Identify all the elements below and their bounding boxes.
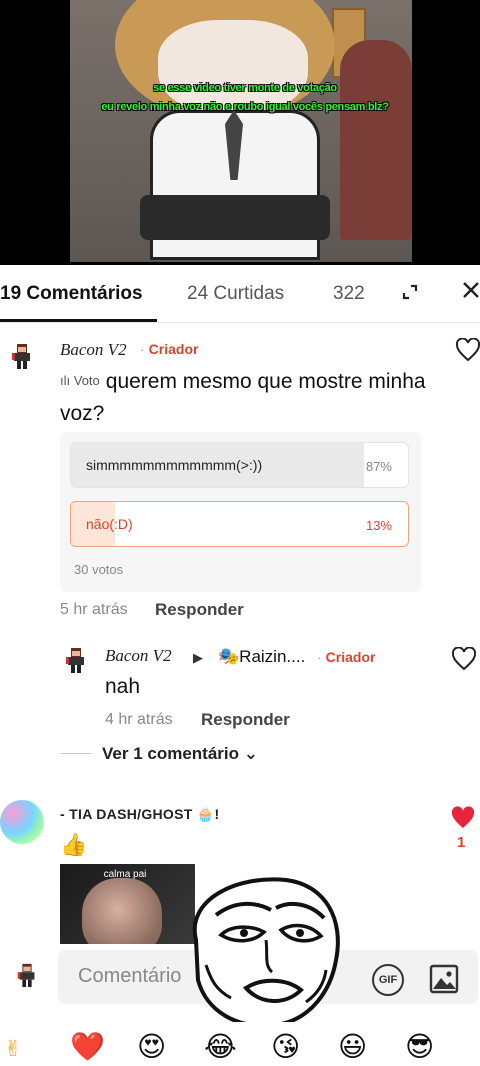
poll-option-label: não(:D) [86,516,133,532]
close-icon[interactable] [461,280,480,300]
tab-comments[interactable]: 19 Comentários [0,283,143,305]
tab-views[interactable]: 322 [333,283,365,305]
author-avatar[interactable] [8,342,36,370]
comment-input-placeholder: Comentário [78,965,182,987]
author-avatar[interactable] [0,800,44,844]
creator-badge: · Criador [140,341,198,357]
troll-face-sticker [192,877,340,1028]
emoji-heart[interactable]: ❤️ [70,1030,105,1064]
author-avatar[interactable] [62,646,90,674]
video-caption-line2: eu revelo minha voz não e roubo igual vo… [101,101,389,113]
mask-icon: 🎭 [218,647,240,666]
creator-label: Criador [325,649,376,665]
reply-timestamp: 4 hr atrás [105,711,173,728]
video-chair [340,40,412,240]
bar-chart-icon: ılı [60,373,74,388]
comment-text-block: ılı Voto querem mesmo que mostre minha vo… [60,365,430,430]
separator-dot: · [317,649,322,665]
view-more-replies[interactable]: Ver 1 comentário ⌄ [102,744,258,764]
thread-line [60,753,92,754]
emoji-kiss[interactable]: 😘 [271,1030,300,1064]
comment-text: 👍 [60,832,88,857]
poll: simmmmmmmmmmmm(>:)) 87% não(:D) 13% 30 v… [60,432,421,592]
like-count: 1 [457,834,466,851]
poll-option[interactable]: simmmmmmmmmmmm(>:)) 87% [70,442,409,488]
emoji-smile[interactable]: 😃 [338,1030,367,1064]
gif-button[interactable]: GIF [372,964,404,996]
video-preview[interactable]: se esse video tiver monte de votação eu … [0,0,480,265]
image-upload-icon[interactable] [429,964,459,994]
poll-option-percent: 13% [365,518,392,533]
reply-author[interactable]: Bacon V2 [105,646,172,666]
creator-badge: · Criador [317,649,375,665]
comment-author[interactable]: - TIA DASH/GHOST 🧁! [60,806,220,823]
emoji-sunglasses[interactable]: 😎 [405,1030,434,1064]
reply-text: nah [105,675,141,698]
emoji-laughing[interactable]: 😂 [204,1030,237,1064]
comment-author[interactable]: Bacon V2 [60,340,127,360]
video-frame: se esse video tiver monte de votação eu … [70,0,412,262]
tab-likes[interactable]: 24 Curtidas [187,283,284,305]
comment-text: querem mesmo que mostre minha voz? [60,370,426,425]
chevron-down-icon: ⌄ [243,744,258,763]
reply-button[interactable]: Responder [201,710,290,730]
expand-icon[interactable] [400,282,420,302]
vote-tag-label: Voto [73,373,100,388]
view-more-label: Ver 1 comentário [102,744,240,763]
poll-option-percent: 87% [365,459,392,474]
vote-tag: ılı Voto [60,365,100,397]
like-heart-icon[interactable] [451,647,477,671]
poll-vote-count: 30 votos [74,562,124,577]
reply-arrow-icon: ▶ [193,650,203,665]
sticker-image[interactable]: calma pai [60,864,195,944]
like-heart-icon[interactable] [455,338,480,362]
reply-button[interactable]: Responder [155,600,244,620]
poll-option-label: simmmmmmmmmmmm(>:)) [86,457,263,473]
poll-option-selected[interactable]: não(:D) 13% [70,501,409,547]
creator-label: Criador [148,341,199,357]
separator-dot: · [140,341,145,357]
comment-timestamp: 5 hr atrás [60,601,128,618]
mention-name: Raizin.... [239,647,306,666]
video-caption-line1: se esse video tiver monte de votação [153,82,337,94]
sticker-face [82,878,162,944]
sticker-caption: calma pai [103,869,147,880]
tab-active-indicator [0,319,157,322]
liked-heart-icon[interactable] [450,806,476,830]
emoji-heart-eyes[interactable]: 😍 [137,1030,166,1064]
reply-mention[interactable]: 🎭Raizin.... [218,647,305,667]
sticker-pack-icon[interactable]: ✌ [4,1032,22,1066]
character-skirt [140,195,330,240]
user-avatar[interactable] [14,960,40,990]
